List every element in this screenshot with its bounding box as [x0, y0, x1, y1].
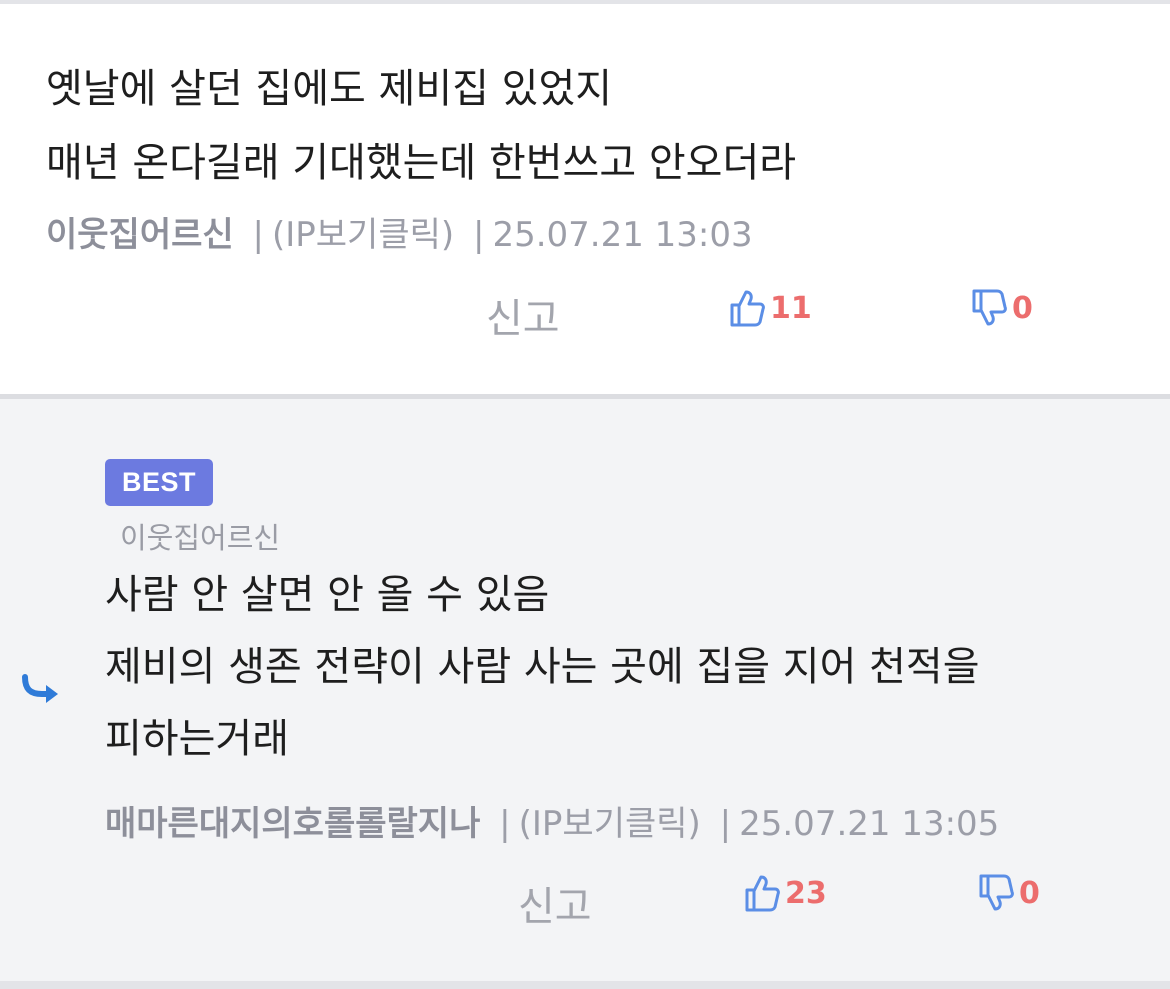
thumbs-down-icon — [972, 289, 1007, 326]
meta-separator: | — [472, 215, 485, 255]
report-button[interactable]: 신고 — [518, 874, 592, 932]
like-count: 11 — [770, 290, 812, 326]
comment-line: 매년 온다길래 기대했는데 한번쓰고 안오더라 — [46, 140, 797, 186]
comment-line: 제비의 생존 전략이 사람 사는 곳에 집을 지어 천적을 — [105, 644, 980, 690]
report-button[interactable]: 신고 — [486, 286, 560, 344]
comment-line: 피하는거래 — [105, 716, 289, 762]
timestamp: 25.07.21 13:03 — [492, 215, 753, 255]
reply-comment: BEST 이웃집어르신 사람 안 살면 안 올 수 있음 제비의 생존 전략이 … — [0, 399, 1170, 981]
bottom-border — [0, 981, 1170, 989]
ip-view-link[interactable]: (IP보기클릭) — [272, 215, 454, 255]
timestamp: 25.07.21 13:05 — [739, 804, 1000, 844]
comment-line: 옛날에 살던 집에도 제비집 있었지 — [46, 66, 613, 112]
thumbs-up-icon — [730, 290, 765, 327]
comment-body: 옛날에 살던 집에도 제비집 있었지 매년 온다길래 기대했는데 한번쓰고 안오… — [46, 52, 796, 200]
dislike-count: 0 — [1019, 875, 1040, 911]
meta-separator: | — [252, 215, 264, 255]
comment-meta: 매마른대지의호롤롤랄지나 | (IP보기클릭) | 25.07.21 13:05 — [105, 796, 999, 845]
best-badge: BEST — [105, 459, 213, 506]
like-count: 23 — [785, 875, 827, 911]
dislike-button[interactable]: 0 — [970, 288, 1033, 328]
comment: 옛날에 살던 집에도 제비집 있었지 매년 온다길래 기대했는데 한번쓰고 안오… — [0, 4, 1170, 394]
dislike-count: 0 — [1012, 290, 1033, 326]
meta-separator: | — [719, 804, 732, 844]
meta-separator: | — [499, 804, 511, 844]
reply-to-author: 이웃집어르신 — [120, 521, 281, 555]
comment-line: 사람 안 살면 안 올 수 있음 — [105, 572, 550, 618]
thumbs-up-icon — [745, 875, 780, 912]
dislike-button[interactable]: 0 — [977, 873, 1040, 913]
author-name[interactable]: 이웃집어르신 — [46, 215, 234, 255]
author-name[interactable]: 매마른대지의호롤롤랄지나 — [105, 804, 480, 844]
thumbs-down-icon — [979, 874, 1014, 911]
like-button[interactable]: 23 — [743, 873, 827, 913]
comment-body: 사람 안 살면 안 올 수 있음 제비의 생존 전략이 사람 사는 곳에 집을 … — [105, 559, 980, 775]
reply-arrow-icon — [22, 674, 58, 703]
comment-meta: 이웃집어르신 | (IP보기클릭) | 25.07.21 13:03 — [46, 207, 753, 256]
ip-view-link[interactable]: (IP보기클릭) — [519, 804, 701, 844]
like-button[interactable]: 11 — [728, 288, 812, 328]
